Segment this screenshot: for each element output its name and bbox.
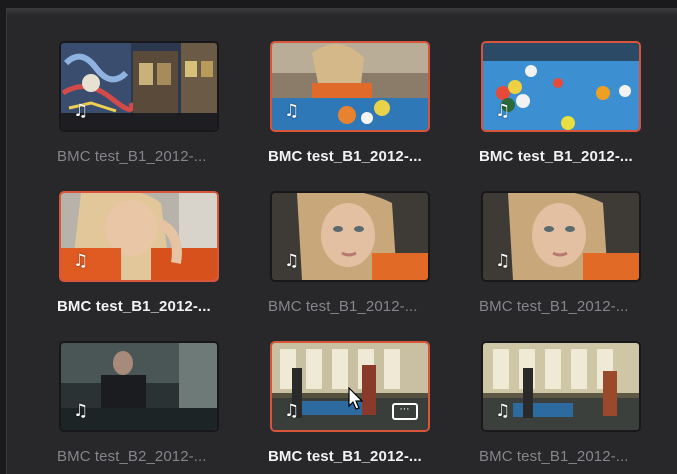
clip-preview[interactable]: ♫ — [270, 191, 430, 282]
clip-thumbnail[interactable]: ♫ BMC test_B1_2012-... — [479, 341, 641, 465]
clip-name[interactable]: BMC test_B1_2012-... — [268, 298, 443, 315]
clip-preview[interactable]: ♫ — [481, 341, 641, 432]
clip-preview[interactable]: ♫ — [481, 41, 641, 132]
clip-thumbnail[interactable]: ♫ BMC test_B1_2012-... — [479, 41, 641, 165]
music-note-icon: ♫ — [284, 101, 300, 121]
mouse-pointer-icon — [348, 387, 364, 411]
clip-name[interactable]: BMC test_B1_2012-... — [268, 148, 443, 165]
clip-name[interactable]: BMC test_B2_2012-... — [57, 448, 232, 465]
more-options-icon[interactable]: ⋯ — [392, 403, 418, 420]
clip-name[interactable]: BMC test_B1_2012-... — [479, 448, 654, 465]
clip-preview[interactable]: ♫ — [59, 191, 219, 282]
clip-name[interactable]: BMC test_B1_2012-... — [479, 298, 654, 315]
media-pool-panel: ♫ BMC test_B1_2012-... ♫ BMC test_B1_201… — [6, 8, 677, 474]
clip-name[interactable]: BMC test_B1_2012-... — [479, 148, 654, 165]
clip-preview[interactable]: ♫ — [270, 41, 430, 132]
clip-preview[interactable]: ♫ — [59, 341, 219, 432]
clip-preview[interactable]: ♫ — [59, 41, 219, 132]
clip-thumbnail[interactable]: ♫ BMC test_B1_2012-... — [479, 191, 641, 315]
music-note-icon: ♫ — [73, 101, 89, 121]
clip-thumbnail[interactable]: ♫ BMC test_B2_2012-... — [57, 341, 219, 465]
clip-name[interactable]: BMC test_B1_2012-... — [268, 448, 443, 465]
clip-name[interactable]: BMC test_B1_2012-... — [57, 148, 232, 165]
clip-preview[interactable]: ♫ ⋯ — [270, 341, 430, 432]
music-note-icon: ♫ — [495, 251, 511, 271]
clip-grid: ♫ BMC test_B1_2012-... ♫ BMC test_B1_201… — [7, 9, 677, 474]
music-note-icon: ♫ — [284, 251, 300, 271]
clip-thumbnail[interactable]: ♫ BMC test_B1_2012-... — [268, 41, 430, 165]
music-note-icon: ♫ — [284, 401, 300, 421]
clip-thumbnail[interactable]: ♫ BMC test_B1_2012-... — [57, 41, 219, 165]
clip-thumbnail[interactable]: ♫ BMC test_B1_2012-... — [57, 191, 219, 315]
clip-preview[interactable]: ♫ — [481, 191, 641, 282]
clip-thumbnail[interactable]: ♫ BMC test_B1_2012-... — [268, 191, 430, 315]
clip-thumbnail[interactable]: ♫ ⋯ BMC test_B1_2012-... — [268, 341, 430, 465]
music-note-icon: ♫ — [495, 401, 511, 421]
music-note-icon: ♫ — [495, 101, 511, 121]
music-note-icon: ♫ — [73, 401, 89, 421]
music-note-icon: ♫ — [73, 251, 89, 271]
clip-name[interactable]: BMC test_B1_2012-... — [57, 298, 232, 315]
